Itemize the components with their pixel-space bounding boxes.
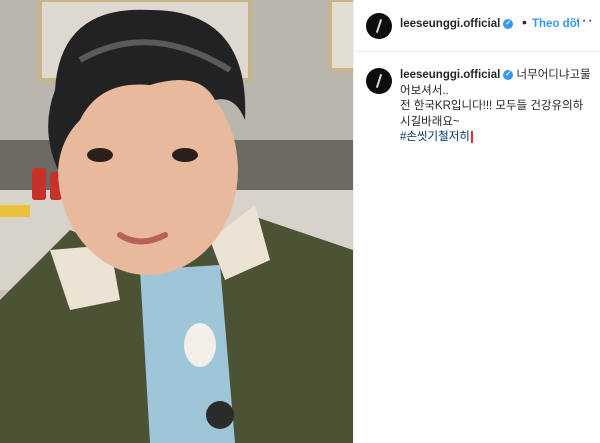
separator-dot: •	[522, 14, 527, 30]
post-header: leeseunggi.official ✓ • Theo dõi ···	[354, 0, 600, 52]
caption-username[interactable]: leeseunggi.official ✓	[400, 69, 514, 81]
avatar[interactable]	[366, 13, 392, 39]
follow-button[interactable]: Theo dõi	[532, 18, 580, 30]
post-photo[interactable]	[0, 0, 353, 443]
selfie-image	[0, 0, 353, 443]
verified-badge-icon: ✓	[503, 18, 514, 29]
caption-line-1: 너무어디냐고물	[516, 69, 591, 81]
verified-badge-icon: ✓	[503, 69, 514, 80]
hashtag-link[interactable]: #손씻기철저히	[400, 131, 470, 143]
header-username[interactable]: leeseunggi.official ✓	[400, 18, 514, 30]
red-marker	[470, 130, 473, 143]
caption-avatar[interactable]	[366, 68, 392, 94]
caption-line-3: 전 한국KR입니다!!! 모두들 건강유의하	[400, 100, 584, 112]
post-caption: leeseunggi.official ✓ 너무어디냐고물 어보셔서.. 전 한국…	[400, 68, 592, 146]
caption-line-2: 어보셔서..	[400, 84, 449, 97]
ellipsis-icon[interactable]: ···	[575, 12, 594, 30]
post-sidebar: leeseunggi.official ✓ • Theo dõi ··· lees…	[353, 0, 600, 443]
caption-line-4: 시길바래요~	[400, 115, 460, 128]
